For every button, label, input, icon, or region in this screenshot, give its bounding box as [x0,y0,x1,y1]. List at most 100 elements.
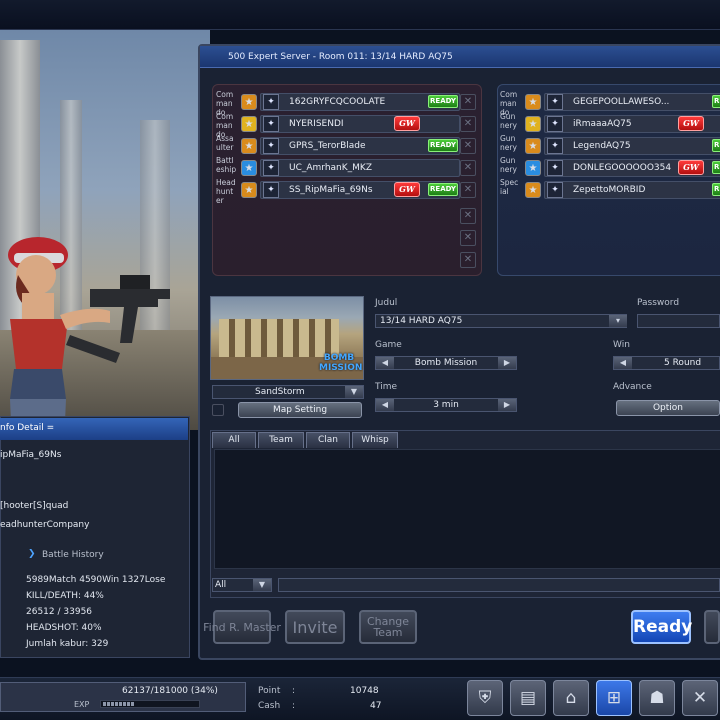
rank-icon: ★ [525,116,541,132]
ready-badge: READY [712,139,720,152]
exp-segment [175,702,178,706]
chat-tab-team[interactable]: Team [258,432,304,448]
map-select[interactable]: SandStorm ▼ [212,385,364,399]
slot-bar [544,137,720,155]
gw-badge: GW [394,116,420,131]
rank-icon: ★ [241,160,257,176]
chat-tab-whisp[interactable]: Whisp [352,432,398,448]
rank-icon: ★ [241,116,257,132]
clan-icon[interactable]: ☗ [639,680,675,716]
chat-channel-select[interactable]: All ▼ [212,578,272,592]
exp-segment [103,702,106,706]
ready-badge: READY [712,183,720,196]
arrow-right-icon[interactable]: ▶ [498,357,516,369]
exp-label: EXP [74,700,90,709]
kill-death-ratio: KILL/DEATH: 44% [26,591,104,601]
rank-icon: ★ [525,160,541,176]
ready-button[interactable]: Ready [631,610,692,644]
arrow-left-icon[interactable]: ◀ [376,357,394,369]
lobby-background [0,30,210,430]
exp-segment [107,702,110,706]
exp-segment [155,702,158,706]
character-icon[interactable]: ⛨ [467,680,503,716]
empty-slot[interactable]: ✕ [460,208,476,224]
player-name[interactable]: GEGEPOOLLAWESO... [573,97,669,107]
team-red-panel [212,84,482,276]
clan-mark-icon: ✦ [263,138,279,154]
option-button[interactable]: Option [616,400,720,416]
extra-button[interactable] [704,610,720,644]
player-name: ipMaFia_69Ns [0,450,62,460]
exp-segment [183,702,186,706]
player-name[interactable]: SS_RipMaFia_69Ns [289,185,373,195]
invite-button[interactable]: Invite [285,610,345,644]
room-name-dropdown-icon[interactable]: ▾ [609,315,627,327]
kick-slot-button[interactable]: ✕ [460,182,476,198]
kick-slot-button[interactable]: ✕ [460,160,476,176]
point-cash-panel [248,686,382,712]
ready-badge: READY [428,183,458,196]
chevron-down-icon[interactable]: ▼ [345,386,363,398]
exp-segment [127,702,130,706]
player-name[interactable]: LegendAQ75 [573,141,631,151]
win-condition-select[interactable]: ◀ 5 Round [613,356,720,370]
cart-icon[interactable]: ⊞ [596,680,632,716]
clan-mark-icon: ✦ [263,94,279,110]
character-model [8,237,170,430]
inventory-icon[interactable]: ▤ [510,680,546,716]
exp-segment [159,702,162,706]
headshot-rate: HEADSHOT: 40% [26,623,102,633]
kick-slot-button[interactable]: ✕ [460,116,476,132]
judul-label: Judul [375,298,398,308]
arrow-left-icon[interactable]: ◀ [614,357,632,369]
player-name[interactable]: ZepettoMORBID [573,185,645,195]
exp-segment [167,702,170,706]
chat-tab-clan[interactable]: Clan [306,432,350,448]
escape-count: Jumlah kabur: 329 [26,639,109,649]
empty-slot[interactable]: ✕ [460,252,476,268]
change-team-button[interactable]: Change Team [359,610,417,644]
game-mode-select[interactable]: ◀ Bomb Mission ▶ [375,356,517,370]
player-class: Head hunt er [216,178,236,204]
exp-segment [171,702,174,706]
exp-segment [111,702,114,706]
room-name-input[interactable]: 13/14 HARD AQ75 [375,314,627,328]
gw-badge: GW [678,116,704,131]
exp-segment [147,702,150,706]
map-setting-button[interactable]: Map Setting [238,402,362,418]
room-title: 500 Expert Server - Room 011: 13/14 HARD… [228,52,453,62]
player-name[interactable]: UC_AmrhanK_MKZ [289,163,372,173]
battle-history-link[interactable]: Battle History [42,550,104,560]
team-blue-panel [497,84,720,276]
kick-slot-button[interactable]: ✕ [460,94,476,110]
find-room-master-button[interactable]: Find R. Master [203,610,281,644]
shop-icon[interactable]: ⌂ [553,680,589,716]
exp-segment [195,702,198,706]
player-name[interactable]: 162GRYFCQCOOLATE [289,97,385,107]
chat-tab-all[interactable]: All [212,432,256,448]
win-condition-value: 5 Round [664,358,702,368]
player-company: eadhunterCompany [0,520,90,530]
kick-slot-button[interactable]: ✕ [460,138,476,154]
password-input[interactable] [637,314,720,328]
exp-progress-bar [100,700,200,708]
chevron-down-icon[interactable]: ▼ [253,579,271,591]
arrow-right-icon[interactable]: ▶ [498,399,516,411]
settings-wrench-icon[interactable]: ✕ [682,680,718,716]
chat-input[interactable] [278,578,720,592]
exp-segment [135,702,138,706]
player-name[interactable]: GPRS_TerorBlade [289,141,366,151]
player-name[interactable]: DONLEGOOOOOO354 [573,163,671,173]
rank-icon: ★ [525,138,541,154]
empty-slot[interactable]: ✕ [460,230,476,246]
player-squad: [hooter[S]quad [0,501,69,511]
arrow-left-icon[interactable]: ◀ [376,399,394,411]
time-select[interactable]: ◀ 3 min ▶ [375,398,517,412]
player-name[interactable]: NYERISENDI [289,119,344,129]
ready-badge: READY [428,139,458,152]
player-name[interactable]: iRmaaaAQ75 [573,119,632,129]
exp-segment [143,702,146,706]
top-bar [0,0,720,30]
map-lock-checkbox[interactable] [212,404,224,416]
gw-badge: GW [678,160,704,175]
